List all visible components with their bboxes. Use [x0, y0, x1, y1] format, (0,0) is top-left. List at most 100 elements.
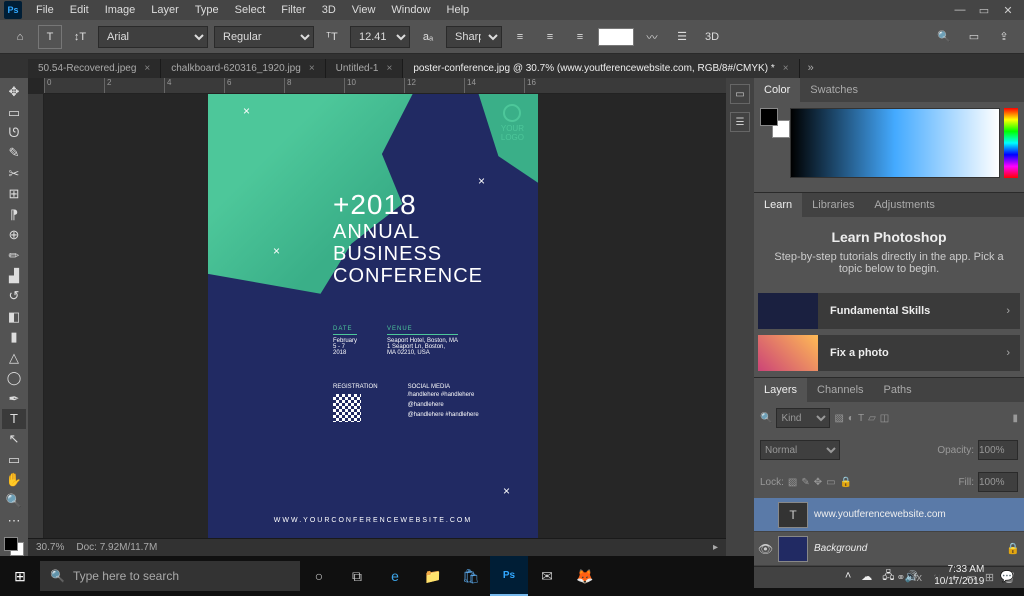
align-center-icon[interactable]: ≡ — [538, 25, 562, 49]
history-brush-tool[interactable]: ↺ — [2, 286, 26, 306]
antialias-select[interactable]: Sharp — [446, 26, 502, 48]
font-weight-select[interactable]: Regular — [214, 26, 314, 48]
filter-pixel-icon[interactable]: ▧ — [834, 413, 843, 424]
zoom-level[interactable]: 30.7% — [36, 542, 64, 553]
hand-tool[interactable]: ✋ — [2, 470, 26, 490]
menu-layer[interactable]: Layer — [143, 4, 187, 16]
font-family-select[interactable]: Arial — [98, 26, 208, 48]
layer-row[interactable]: T www.youtferencewebsite.com — [754, 498, 1024, 532]
path-tool[interactable]: ↖ — [2, 429, 26, 449]
shape-tool[interactable]: ▭ — [2, 450, 26, 470]
firefox-icon[interactable]: 🦊 — [566, 556, 604, 596]
tab-paths[interactable]: Paths — [874, 378, 922, 402]
menu-3d[interactable]: 3D — [314, 4, 344, 16]
tab-color[interactable]: Color — [754, 78, 800, 102]
explorer-icon[interactable]: 📁 — [414, 556, 452, 596]
close-icon[interactable]: × — [783, 63, 789, 74]
pen-tool[interactable]: ✒ — [2, 388, 26, 408]
visibility-toggle[interactable]: 👁 — [758, 542, 772, 556]
document-canvas[interactable]: YOUR LOGO × × × × +2018 ANNUAL BUSINESS … — [208, 94, 538, 538]
history-panel-icon[interactable]: ▭ — [730, 84, 750, 104]
doc-tab-1[interactable]: chalkboard-620316_1920.jpg× — [161, 59, 325, 78]
tab-libraries[interactable]: Libraries — [802, 193, 864, 217]
home-icon[interactable]: ⌂ — [8, 25, 32, 49]
volume-icon[interactable]: 🔊 — [905, 570, 919, 583]
toggle-orientation-icon[interactable]: ↕T — [68, 25, 92, 49]
marquee-tool[interactable]: ▭ — [2, 102, 26, 122]
type-tool[interactable]: T — [2, 409, 26, 429]
window-maximize[interactable]: ▭ — [972, 4, 996, 17]
eraser-tool[interactable]: ◧ — [2, 307, 26, 327]
edit-toolbar[interactable]: ⋯ — [2, 511, 26, 531]
menu-image[interactable]: Image — [97, 4, 144, 16]
scroll-arrow-icon[interactable]: ▸ — [713, 542, 718, 553]
tray-chevron-icon[interactable]: ˄ — [845, 570, 851, 582]
workspace-icon[interactable]: ▭ — [962, 25, 986, 49]
window-close[interactable]: ✕ — [996, 4, 1020, 17]
align-left-icon[interactable]: ≡ — [508, 25, 532, 49]
zoom-tool[interactable]: 🔍 — [2, 490, 26, 510]
doc-tab-2[interactable]: Untitled-1× — [326, 59, 404, 78]
move-tool[interactable]: ✥ — [2, 82, 26, 102]
taskbar-clock[interactable]: 7:33 AM10/17/2019 — [928, 564, 990, 588]
lock-pixels-icon[interactable]: ✎ — [801, 477, 809, 488]
lock-all-icon[interactable]: 🔒 — [840, 477, 852, 488]
gradient-tool[interactable]: ▮ — [2, 327, 26, 347]
quick-select-tool[interactable]: ✎ — [2, 143, 26, 163]
filter-type-icon[interactable]: T — [858, 413, 864, 424]
learn-card-fundamentals[interactable]: Fundamental Skills› — [758, 293, 1020, 329]
healing-tool[interactable]: ⊕ — [2, 225, 26, 245]
notifications-icon[interactable]: 💬 — [1000, 570, 1014, 583]
menu-select[interactable]: Select — [227, 4, 274, 16]
task-view-icon[interactable]: ⧉ — [338, 556, 376, 596]
layer-row[interactable]: 👁 Background 🔒 — [754, 532, 1024, 566]
filter-shape-icon[interactable]: ▱ — [868, 413, 876, 424]
close-icon[interactable]: × — [386, 63, 392, 74]
opacity-input[interactable] — [978, 440, 1018, 460]
menu-filter[interactable]: Filter — [273, 4, 313, 16]
photoshop-icon[interactable]: Ps — [490, 556, 528, 596]
color-spectrum[interactable] — [790, 108, 1000, 178]
close-icon[interactable]: × — [144, 63, 150, 74]
tab-adjustments[interactable]: Adjustments — [864, 193, 945, 217]
blend-mode-select[interactable]: Normal — [760, 440, 840, 460]
crop-tool[interactable]: ✂ — [2, 164, 26, 184]
cortana-icon[interactable]: ○ — [300, 556, 338, 596]
menu-view[interactable]: View — [344, 4, 384, 16]
clone-tool[interactable]: ▟ — [2, 266, 26, 286]
search-icon[interactable]: 🔍 — [932, 25, 956, 49]
color-swatch-tool[interactable] — [4, 537, 24, 556]
close-icon[interactable]: × — [309, 63, 315, 74]
lock-transparency-icon[interactable]: ▧ — [788, 477, 797, 488]
align-right-icon[interactable]: ≡ — [568, 25, 592, 49]
menu-edit[interactable]: Edit — [62, 4, 97, 16]
character-panel-icon[interactable]: ☰ — [670, 25, 694, 49]
properties-panel-icon[interactable]: ☰ — [730, 112, 750, 132]
start-button[interactable]: ⊞ — [0, 556, 40, 596]
tab-layers[interactable]: Layers — [754, 378, 807, 402]
font-size-select[interactable]: 12.41 pt — [350, 26, 410, 48]
lock-artboard-icon[interactable]: ▭ — [826, 477, 835, 488]
dodge-tool[interactable]: ◯ — [2, 368, 26, 388]
lasso-tool[interactable]: ᘎ — [2, 123, 26, 143]
color-swatch[interactable] — [760, 108, 784, 132]
fill-input[interactable] — [978, 472, 1018, 492]
lock-position-icon[interactable]: ✥ — [814, 477, 822, 488]
onedrive-icon[interactable]: ☁ — [861, 570, 872, 583]
eyedropper-tool[interactable]: ⁋ — [2, 205, 26, 225]
mail-icon[interactable]: ✉ — [528, 556, 566, 596]
menu-file[interactable]: File — [28, 4, 62, 16]
filter-smart-icon[interactable]: ◫ — [880, 413, 889, 424]
blur-tool[interactable]: △ — [2, 347, 26, 367]
frame-tool[interactable]: ⊞ — [2, 184, 26, 204]
edge-icon[interactable]: e — [376, 556, 414, 596]
hue-bar[interactable] — [1004, 108, 1018, 178]
menu-help[interactable]: Help — [439, 4, 478, 16]
tool-preset-icon[interactable]: T — [38, 25, 62, 49]
store-icon[interactable]: 🛍 — [452, 556, 490, 596]
filter-adjust-icon[interactable]: ◐ — [848, 413, 854, 424]
tab-learn[interactable]: Learn — [754, 193, 802, 217]
3d-icon[interactable]: 3D — [700, 25, 724, 49]
network-icon[interactable]: 🖧 — [882, 567, 894, 586]
doc-tab-0[interactable]: 50.54-Recovered.jpeg× — [28, 59, 161, 78]
